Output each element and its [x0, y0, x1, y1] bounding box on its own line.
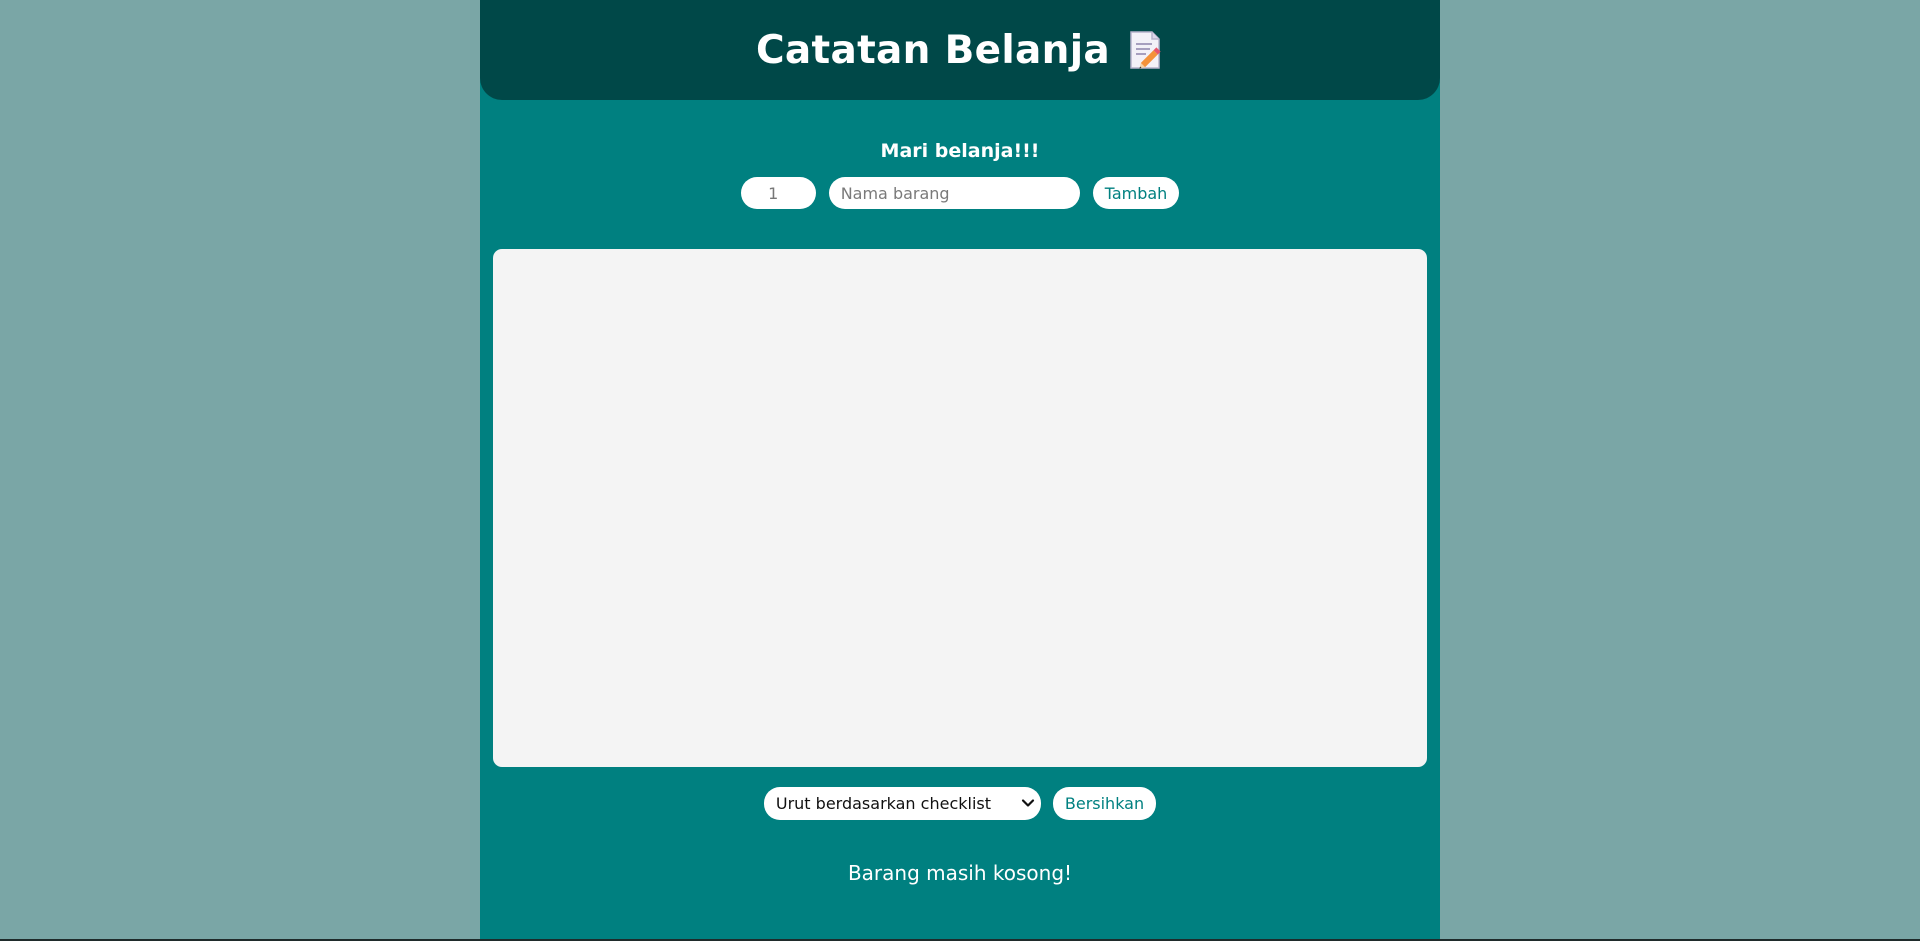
- page-title: Catatan Belanja: [756, 28, 1164, 73]
- item-name-input[interactable]: [828, 177, 1080, 209]
- app-header: Catatan Belanja: [480, 0, 1440, 100]
- status-message: Barang masih kosong!: [847, 861, 1073, 885]
- app-container: Catatan Belanja Mari belanja!!! 1 Nama b…: [480, 0, 1440, 939]
- memo-icon: [1128, 30, 1164, 70]
- quantity-input[interactable]: [740, 177, 816, 209]
- add-button[interactable]: Tambah: [1092, 177, 1180, 209]
- sort-select-value: Urut berdasarkan checklist: [775, 794, 991, 813]
- sort-select[interactable]: Urut berdasarkan checklist: [763, 787, 1041, 820]
- add-item-form: Tambah: [480, 177, 1440, 209]
- chevron-down-icon: [1021, 796, 1035, 810]
- clear-button[interactable]: Bersihkan: [1052, 787, 1157, 820]
- form-subtitle: Mari belanja!!!: [880, 140, 1040, 162]
- page-title-text: Catatan Belanja: [755, 27, 1110, 73]
- item-list: [493, 249, 1427, 767]
- list-actions: Urut berdasarkan checklist Bersihkan: [480, 787, 1440, 820]
